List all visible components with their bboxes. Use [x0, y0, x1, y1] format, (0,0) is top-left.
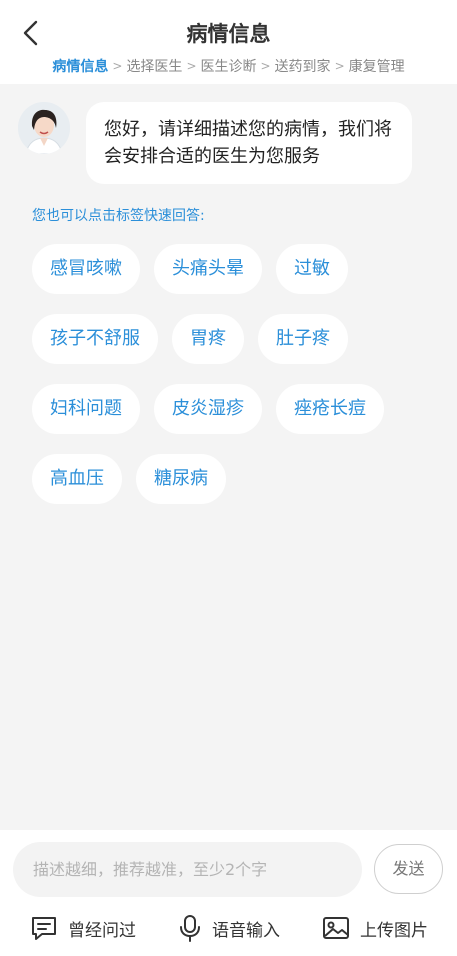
step-diagnosis: 医生诊断	[200, 59, 257, 75]
quick-reply-hint: 您也可以点击标签快速回答:	[32, 208, 205, 224]
upload-image-label: 上传图片	[360, 920, 428, 941]
tag-allergy[interactable]: 过敏	[276, 244, 348, 294]
tag-stomach-ache[interactable]: 胃疼	[172, 314, 244, 364]
tag-row: 感冒咳嗽 头痛头晕 过敏	[32, 244, 432, 294]
message-bubble: 您好，请详细描述您的病情，我们将会安排合适的医生为您服务	[86, 102, 412, 184]
tag-bellyache[interactable]: 肚子疼	[258, 314, 348, 364]
microphone-icon	[180, 915, 200, 942]
tag-dermatitis-eczema[interactable]: 皮炎湿疹	[154, 384, 262, 434]
tag-row: 妇科问题 皮炎湿疹 痤疮长痘	[32, 384, 432, 434]
composer-panel: 发送 曾经问过 语音输入 上传图片	[0, 830, 457, 956]
tag-acne[interactable]: 痤疮长痘	[276, 384, 384, 434]
assistant-message: 您好，请详细描述您的病情，我们将会安排合适的医生为您服务	[18, 102, 412, 184]
header-bar: 病情信息 病情信息 > 选择医生 > 医生诊断 > 送药到家 > 康复管理	[0, 0, 457, 84]
chat-history-icon	[32, 917, 56, 940]
step-separator: >	[260, 59, 271, 73]
history-button[interactable]: 曾经问过	[30, 908, 136, 948]
progress-steps: 病情信息 > 选择医生 > 医生诊断 > 送药到家 > 康复管理	[0, 56, 457, 76]
voice-input-button[interactable]: 语音输入	[178, 908, 280, 948]
step-separator: >	[186, 59, 197, 73]
description-input[interactable]	[13, 842, 362, 897]
tag-cold-cough[interactable]: 感冒咳嗽	[32, 244, 140, 294]
step-choose-doctor: 选择医生	[126, 59, 183, 75]
tag-row: 高血压 糖尿病	[32, 454, 432, 504]
avatar	[18, 102, 70, 154]
step-separator: >	[334, 59, 345, 73]
tag-gynecology[interactable]: 妇科问题	[32, 384, 140, 434]
tag-child-unwell[interactable]: 孩子不舒服	[32, 314, 158, 364]
upload-image-button[interactable]: 上传图片	[322, 908, 428, 948]
composer-actions: 曾经问过 语音输入 上传图片	[0, 908, 457, 948]
voice-input-label: 语音输入	[212, 920, 280, 941]
doctor-avatar-icon	[18, 102, 70, 154]
image-icon	[323, 917, 349, 939]
quick-reply-tags: 感冒咳嗽 头痛头晕 过敏 孩子不舒服 胃疼 肚子疼 妇科问题 皮炎湿疹 痤疮长痘…	[32, 244, 432, 524]
step-delivery: 送药到家	[274, 59, 331, 75]
tag-hypertension[interactable]: 高血压	[32, 454, 122, 504]
send-button[interactable]: 发送	[374, 844, 443, 894]
step-condition-info: 病情信息	[52, 59, 109, 75]
step-separator: >	[112, 59, 123, 73]
step-recovery: 康复管理	[348, 59, 405, 75]
tag-row: 孩子不舒服 胃疼 肚子疼	[32, 314, 432, 364]
history-label: 曾经问过	[68, 920, 136, 941]
tag-diabetes[interactable]: 糖尿病	[136, 454, 226, 504]
page-title: 病情信息	[186, 22, 271, 46]
tag-headache-dizziness[interactable]: 头痛头晕	[154, 244, 262, 294]
